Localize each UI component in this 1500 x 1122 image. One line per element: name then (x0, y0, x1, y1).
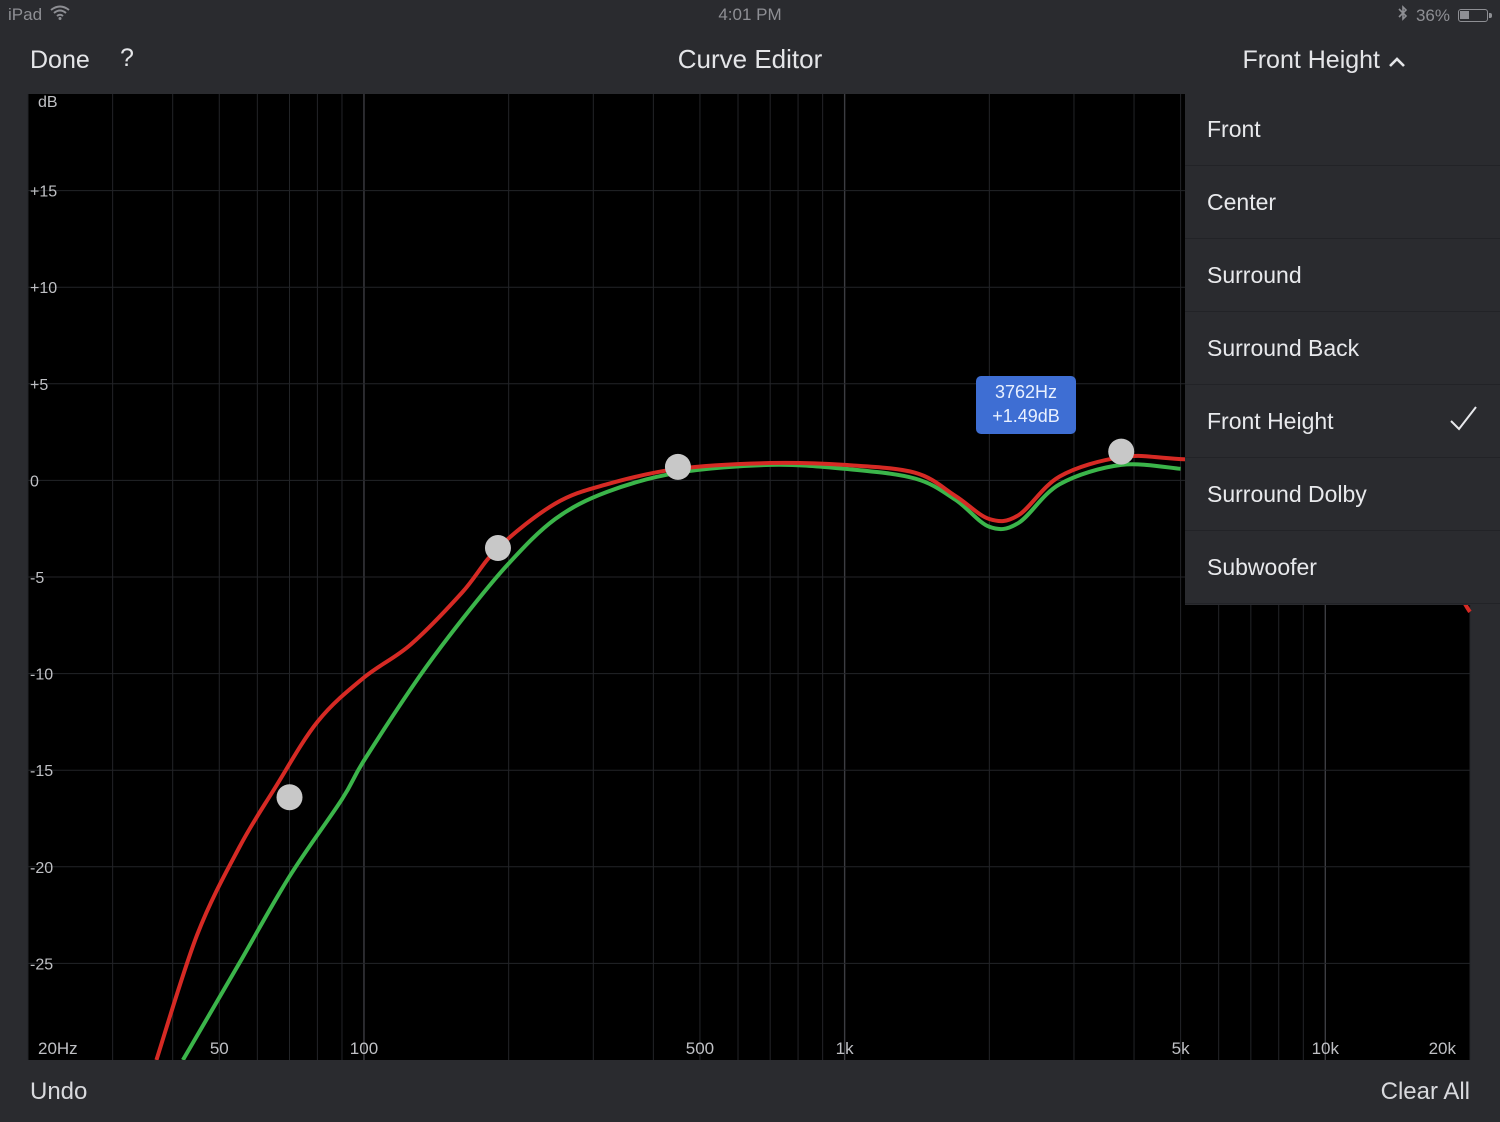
control-point[interactable] (276, 784, 303, 811)
y-tick-label: 0 (30, 473, 39, 490)
x-tick-label: 100 (350, 1039, 378, 1058)
channel-picker-button[interactable]: Front Height (1242, 46, 1406, 75)
nav-bar: Done ? Curve Editor Front Height (0, 30, 1500, 94)
y-tick-label: +5 (30, 377, 48, 394)
channel-option-label: Surround Dolby (1207, 481, 1367, 507)
undo-button[interactable]: Undo (30, 1078, 87, 1106)
channel-picker-label: Front Height (1242, 46, 1380, 74)
y-axis-unit-label: dB (38, 94, 58, 111)
channel-option[interactable]: Subwoofer (1185, 532, 1500, 604)
battery-percent: 36% (1415, 5, 1450, 25)
y-tick-label: -25 (30, 956, 53, 973)
y-tick-label: +15 (30, 184, 57, 201)
channel-option[interactable]: Front Height (1185, 386, 1500, 458)
channel-option-label: Surround Back (1207, 335, 1360, 361)
status-right: 36% (1398, 5, 1492, 26)
channel-option[interactable]: Surround (1185, 240, 1500, 312)
bluetooth-icon (1398, 5, 1408, 26)
control-point[interactable] (664, 453, 691, 480)
channel-option[interactable]: Front (1185, 94, 1500, 166)
x-tick-label: 50 (210, 1039, 229, 1058)
x-tick-label: 20k (1429, 1039, 1457, 1058)
control-point[interactable] (484, 535, 511, 562)
y-tick-label: -5 (30, 570, 44, 587)
x-tick-label: 1k (836, 1039, 854, 1058)
y-tick-label: -10 (30, 667, 53, 684)
battery-fill (1460, 11, 1469, 19)
chevron-up-icon (1388, 46, 1406, 75)
x-tick-label: 10k (1312, 1039, 1340, 1058)
channel-option-label: Surround (1207, 262, 1302, 288)
y-tick-label: +10 (30, 280, 57, 297)
checkmark-icon (1448, 404, 1478, 440)
control-point[interactable] (1108, 438, 1135, 465)
status-bar: iPad 4:01 PM 36% (0, 0, 1500, 30)
battery-icon (1458, 9, 1492, 22)
channel-dropdown: Front Center Surround Surround Back Front He… (1185, 94, 1500, 605)
channel-option-label: Front (1207, 116, 1261, 142)
channel-option-label: Front Height (1207, 408, 1334, 434)
channel-option[interactable]: Surround Back (1185, 313, 1500, 385)
point-tooltip: 3762Hz +1.49dB (976, 376, 1076, 434)
y-tick-label: -20 (30, 860, 53, 877)
clear-all-button[interactable]: Clear All (1381, 1078, 1470, 1106)
tooltip-frequency: 3762Hz (994, 382, 1058, 402)
status-time: 4:01 PM (718, 5, 782, 24)
done-button[interactable]: Done (30, 46, 90, 75)
x-tick-label: 20Hz (38, 1039, 78, 1058)
channel-option-label: Center (1207, 189, 1277, 215)
channel-option[interactable]: Center (1185, 167, 1500, 239)
tooltip-gain: +1.49dB (992, 406, 1060, 426)
x-tick-label: 5k (1172, 1039, 1190, 1058)
y-tick-label: -15 (30, 763, 53, 780)
help-button[interactable]: ? (120, 44, 134, 73)
bottom-bar: Undo Clear All (0, 1060, 1500, 1122)
x-tick-label: 500 (686, 1039, 714, 1058)
channel-option-label: Subwoofer (1207, 554, 1317, 580)
channel-option[interactable]: Surround Dolby (1185, 459, 1500, 531)
